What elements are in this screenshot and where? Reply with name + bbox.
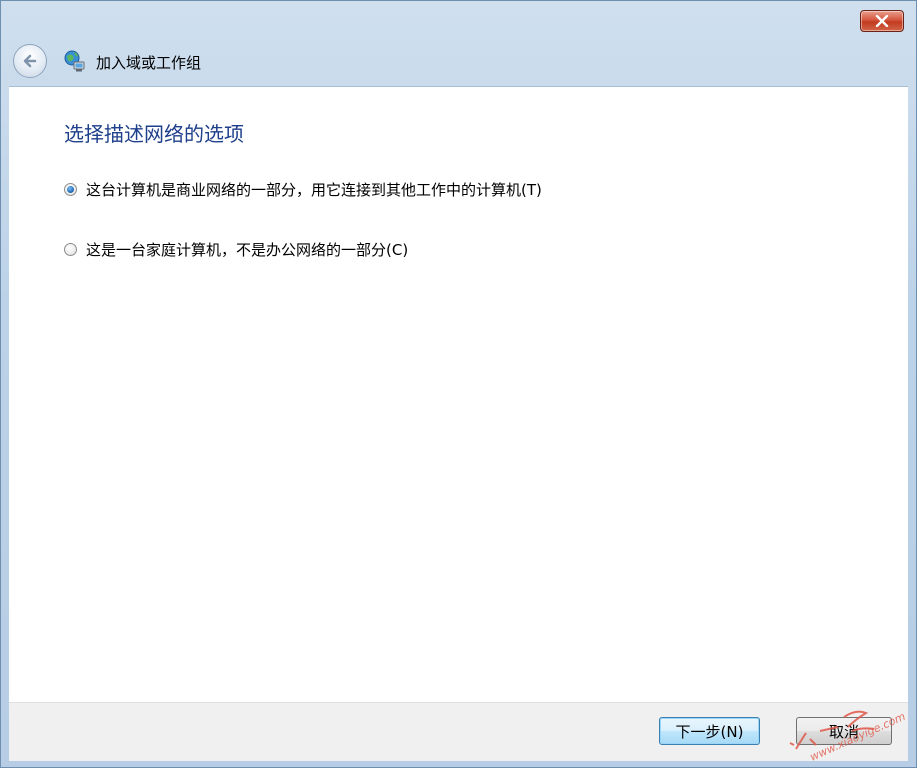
wizard-header: 加入域或工作组	[1, 41, 916, 85]
radio-home-computer[interactable]	[64, 243, 77, 256]
radio-business-network[interactable]	[64, 183, 77, 196]
network-globe-icon	[64, 50, 85, 72]
next-button[interactable]: 下一步(N)	[659, 717, 760, 745]
wizard-title: 加入域或工作组	[96, 54, 202, 72]
close-button[interactable]	[860, 10, 904, 32]
cancel-button[interactable]: 取消	[796, 717, 892, 745]
option-home-computer[interactable]: 这是一台家庭计算机，不是办公网络的一部分(C)	[64, 239, 408, 260]
option-business-network[interactable]: 这台计算机是商业网络的一部分，用它连接到其他工作中的计算机(T)	[64, 179, 542, 200]
back-button[interactable]	[13, 44, 47, 78]
dialog-window: 加入域或工作组 选择描述网络的选项 这台计算机是商业网络的一部分，用它连接到其他…	[0, 0, 917, 768]
title-bar	[1, 1, 916, 41]
button-bar: 下一步(N) 取消	[9, 702, 908, 761]
page-heading: 选择描述网络的选项	[64, 122, 244, 146]
content-panel: 选择描述网络的选项 这台计算机是商业网络的一部分，用它连接到其他工作中的计算机(…	[9, 86, 908, 703]
back-arrow-icon	[23, 54, 37, 68]
option-business-network-label: 这台计算机是商业网络的一部分，用它连接到其他工作中的计算机(T)	[86, 181, 542, 199]
option-home-computer-label: 这是一台家庭计算机，不是办公网络的一部分(C)	[86, 241, 409, 259]
close-icon	[875, 15, 889, 27]
